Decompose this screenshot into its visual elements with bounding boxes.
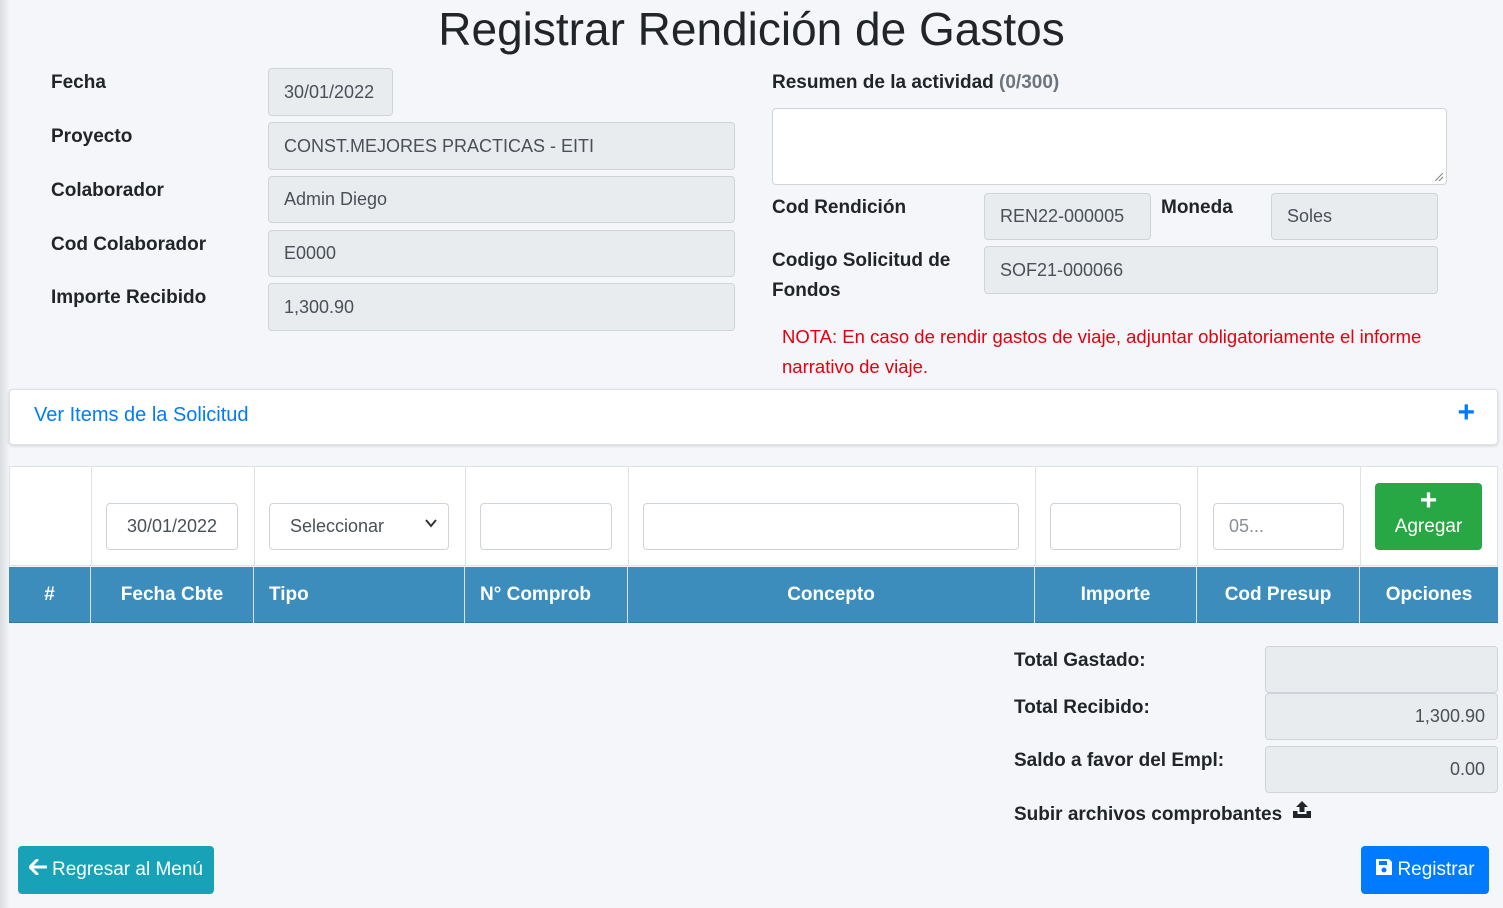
agregar-button[interactable]: + Agregar <box>1375 483 1482 550</box>
moneda-label: Moneda <box>1161 197 1233 218</box>
th-divider <box>464 567 465 623</box>
codigo-solicitud-label-line2: Fondos <box>772 280 841 301</box>
cod-rendicion-label: Cod Rendición <box>772 197 907 218</box>
ver-items-link[interactable]: Ver Items de la Solicitud <box>34 404 249 427</box>
resumen-label-text: Resumen de la actividad <box>772 72 994 93</box>
fecha-label: Fecha <box>51 72 106 93</box>
importe-recibido-label: Importe Recibido <box>51 287 207 308</box>
col-divider <box>254 467 255 565</box>
th-tipo: Tipo <box>269 584 309 605</box>
nota-text: NOTA: En caso de rendir gastos de viaje,… <box>782 322 1472 382</box>
save-icon <box>1375 858 1393 882</box>
codigo-solicitud-field: SOF21-000066 <box>984 246 1438 294</box>
importe-input[interactable] <box>1050 503 1181 550</box>
proyecto-field: CONST.MEJORES PRACTICAS - EITI <box>268 122 735 170</box>
total-gastado-label: Total Gastado: <box>1014 650 1146 671</box>
codigo-solicitud-label-line1: Codigo Solicitud de <box>772 250 951 271</box>
regresar-label: Regresar al Menú <box>51 859 204 880</box>
th-comprob: N° Comprob <box>480 584 592 605</box>
chevron-down-icon <box>424 516 438 533</box>
total-recibido-label: Total Recibido: <box>1014 697 1150 718</box>
concepto-input[interactable] <box>643 503 1019 550</box>
col-divider <box>1197 467 1198 565</box>
cod-colaborador-label: Cod Colaborador <box>51 234 207 255</box>
th-opciones: Opciones <box>1385 584 1473 605</box>
proyecto-label: Proyecto <box>51 126 133 147</box>
cod-presup-input[interactable]: 05... <box>1213 503 1344 550</box>
comprob-input[interactable] <box>480 503 612 550</box>
th-divider <box>253 567 254 623</box>
registrar-button[interactable]: Registrar <box>1361 846 1489 894</box>
th-cod-presup: Cod Presup <box>1224 584 1332 605</box>
tipo-select[interactable]: Seleccionar <box>269 503 449 550</box>
total-gastado-field <box>1265 646 1498 693</box>
col-divider <box>465 467 466 565</box>
resize-grip-icon[interactable] <box>1435 173 1443 181</box>
codigo-solicitud-label: Codigo Solicitud de Fondos <box>772 246 950 306</box>
total-recibido-field: 1,300.90 <box>1265 693 1498 740</box>
left-shade <box>0 0 10 908</box>
th-concepto: Concepto <box>787 584 875 605</box>
cod-presup-placeholder: 05... <box>1229 516 1265 536</box>
resumen-label: Resumen de la actividad (0/300) <box>772 68 1059 98</box>
plus-icon: + <box>1419 484 1438 517</box>
saldo-label: Saldo a favor del Empl: <box>1014 750 1225 771</box>
table-header: # Fecha Cbte Tipo N° Comprob Concepto Im… <box>9 567 1498 623</box>
ver-items-card[interactable]: Ver Items de la Solicitud + <box>9 389 1498 445</box>
plus-icon[interactable]: + <box>1457 396 1475 430</box>
page-title: Registrar Rendición de Gastos <box>438 3 1065 55</box>
registrar-label: Registrar <box>1397 859 1475 880</box>
cod-rendicion-field: REN22-000005 <box>984 193 1151 240</box>
colaborador-field: Admin Diego <box>268 176 735 223</box>
resumen-textarea[interactable] <box>772 108 1447 185</box>
importe-recibido-field: 1,300.90 <box>268 283 735 331</box>
agregar-label: Agregar <box>1394 516 1463 537</box>
upload-label[interactable]: Subir archivos comprobantes <box>1014 804 1282 825</box>
regresar-button[interactable]: Regresar al Menú <box>18 846 214 894</box>
col-divider <box>1035 467 1036 565</box>
arrow-left-icon <box>28 858 48 881</box>
col-divider <box>91 467 92 565</box>
moneda-field: Soles <box>1271 193 1438 240</box>
resumen-counter: (0/300) <box>999 72 1060 93</box>
th-importe: Importe <box>1080 584 1151 605</box>
th-fecha-cbte: Fecha Cbte <box>120 584 224 605</box>
fecha-cbte-input[interactable]: 30/01/2022 <box>106 503 238 550</box>
tipo-select-value: Seleccionar <box>290 516 385 536</box>
upload-icon[interactable] <box>1291 800 1313 830</box>
nota-line2: narrativo de viaje. <box>782 356 929 377</box>
col-divider <box>1360 467 1361 565</box>
colaborador-label: Colaborador <box>51 180 164 201</box>
nota-line1: NOTA: En caso de rendir gastos de viaje,… <box>782 326 1422 347</box>
fecha-field: 30/01/2022 <box>268 68 393 116</box>
upload-row[interactable]: Subir archivos comprobantes <box>1014 800 1313 830</box>
col-divider <box>628 467 629 565</box>
th-number: # <box>44 584 55 605</box>
cod-colaborador-field: E0000 <box>268 230 735 277</box>
saldo-field: 0.00 <box>1265 746 1498 793</box>
